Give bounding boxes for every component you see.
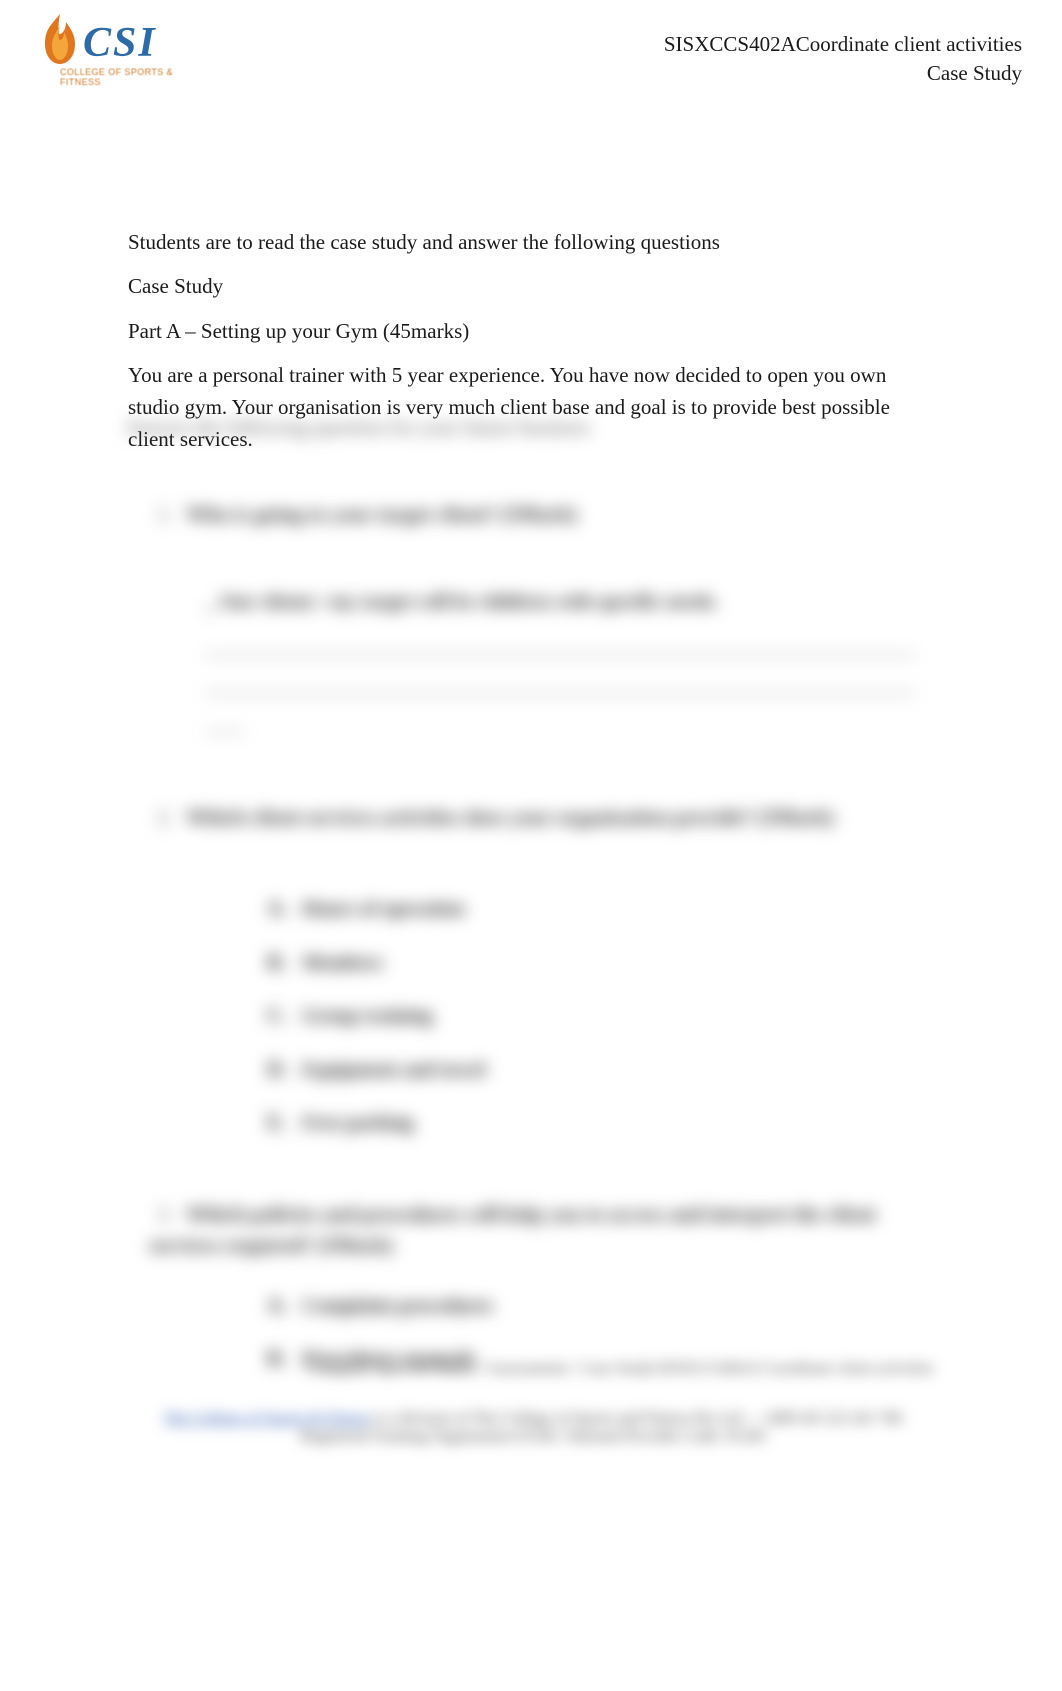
footer-org-link: The College of Sports & Fitness xyxy=(164,1410,371,1427)
instruction-text: Students are to read the case study and … xyxy=(128,227,928,257)
blurred-content: Answer the following question for your f… xyxy=(125,412,925,1397)
header-right: SISXCCS402ACoordinate client activities … xyxy=(664,30,1022,89)
list-bullet: B. xyxy=(267,947,297,979)
question-2-list: A. Hours of operation B. Members C. Grou… xyxy=(267,893,925,1139)
scenario-continuation: Answer the following question for your f… xyxy=(125,412,925,444)
list-bullet: D. xyxy=(267,1054,297,1086)
question-2: 2. Which client services activities does… xyxy=(149,802,925,1139)
list-label: Group training xyxy=(302,1005,432,1027)
list-bullet: C. xyxy=(267,1000,297,1032)
question-1-number: 1. xyxy=(149,499,181,531)
list-item: B. Members xyxy=(267,947,925,979)
question-2-number: 2. xyxy=(149,802,181,834)
header-course-code: SISXCCS402ACoordinate client activities xyxy=(664,30,1022,59)
list-label: Hours of operation xyxy=(302,898,464,920)
list-label: Members xyxy=(302,952,383,974)
case-study-label: Case Study xyxy=(128,271,928,301)
footer-org: The College of Sports & Fitness is a div… xyxy=(128,1410,938,1446)
list-bullet: E. xyxy=(267,1107,297,1139)
question-3-number: 3. xyxy=(149,1199,181,1231)
question-2-text: Which client services activities does yo… xyxy=(186,805,834,829)
list-item: E. Free parking xyxy=(267,1107,925,1139)
page-footer: Category\ Sport & Fitness \ Assessments … xyxy=(128,1360,938,1446)
page-header: CSI COLLEGE OF SPORTS & FITNESS SISXCCS4… xyxy=(0,0,1062,130)
logo-text: CSI xyxy=(83,19,157,67)
question-1-answer-text: _ Our clients / my target will be childr… xyxy=(205,591,719,613)
logo: CSI COLLEGE OF SPORTS & FITNESS xyxy=(28,7,193,107)
answer-line xyxy=(205,634,915,656)
question-1-answer: _ Our clients / my target will be childr… xyxy=(205,586,915,732)
header-subtitle: Case Study xyxy=(664,59,1022,88)
list-bullet: A. xyxy=(267,893,297,925)
answer-line xyxy=(205,712,245,732)
list-item: C. Group training xyxy=(267,1000,925,1032)
part-a-heading: Part A – Setting up your Gym (45marks) xyxy=(128,316,928,346)
answer-line xyxy=(205,672,915,694)
list-item: A. Complaint procedures xyxy=(267,1290,925,1322)
list-label: Complaint procedures xyxy=(302,1295,493,1317)
question-3-text: Which policies and procedures will help … xyxy=(149,1202,876,1258)
footer-path: Category\ Sport & Fitness \ Assessments … xyxy=(128,1360,938,1378)
question-3: 3. Which policies and procedures will he… xyxy=(149,1199,925,1375)
question-1: 1. Who is going to your target client? (… xyxy=(149,499,925,732)
list-label: Equipment and towel xyxy=(302,1059,485,1081)
list-item: D. Equipment and towel xyxy=(267,1054,925,1086)
footer-org-tail: is a division of The College of Sports a… xyxy=(300,1410,902,1445)
list-bullet: A. xyxy=(267,1290,297,1322)
question-1-text: Who is going to your target client? (5Ma… xyxy=(186,502,577,526)
logo-subtitle: COLLEGE OF SPORTS & FITNESS xyxy=(60,67,193,87)
list-label: Free parking xyxy=(302,1112,413,1134)
flame-icon xyxy=(36,12,84,67)
list-item: A. Hours of operation xyxy=(267,893,925,925)
